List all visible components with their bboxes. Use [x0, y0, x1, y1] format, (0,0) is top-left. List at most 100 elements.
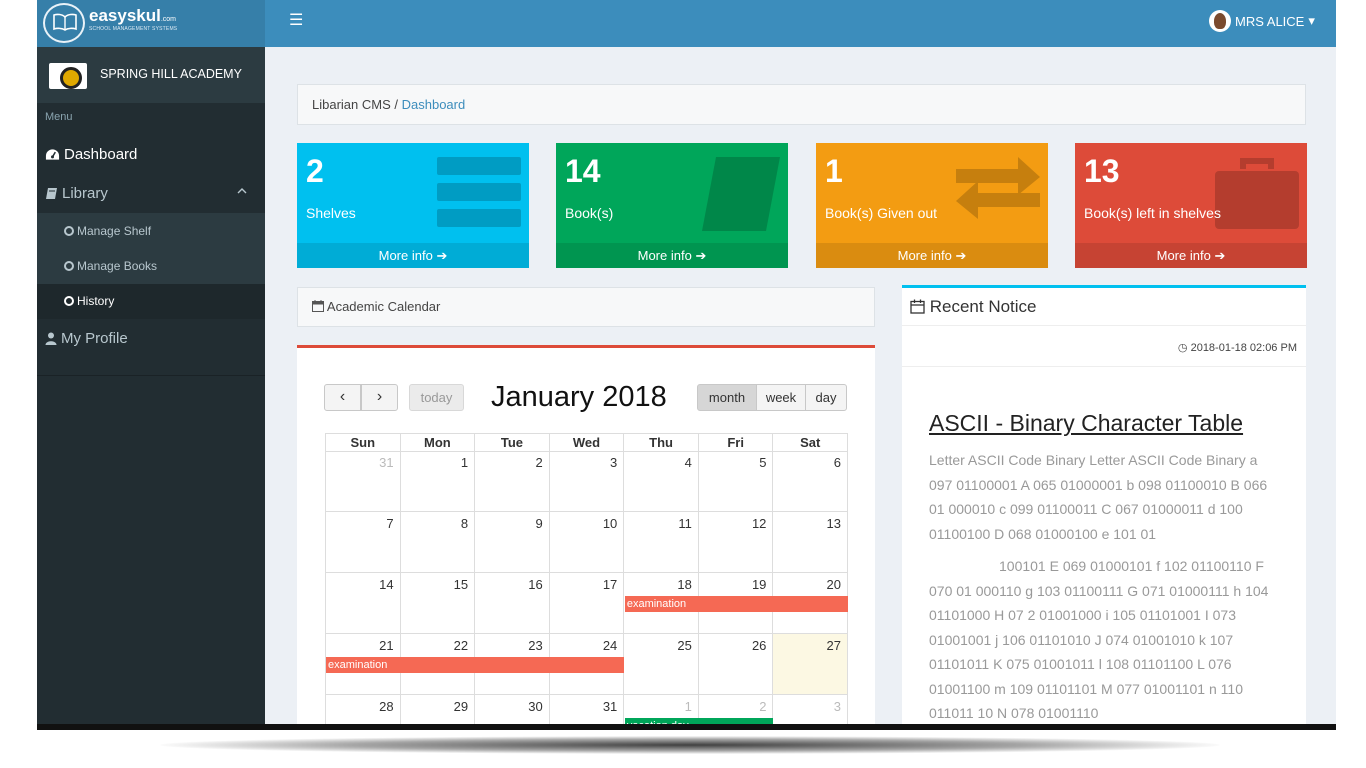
sidebar-item-history[interactable]: History: [64, 294, 114, 308]
day-name-header: Fri: [698, 434, 774, 452]
calendar-day[interactable]: 16: [475, 573, 550, 634]
chevron-left-icon: ‹: [339, 388, 346, 405]
sidebar-item-manage-shelf[interactable]: Manage Shelf: [64, 224, 151, 238]
calendar-day[interactable]: 8: [400, 512, 476, 573]
calendar-day[interactable]: 26: [698, 634, 774, 695]
drop-shadow: [160, 736, 1220, 754]
chevron-up-icon[interactable]: [237, 186, 247, 197]
calendar-event[interactable]: examination: [326, 657, 624, 673]
calendar-day[interactable]: 1: [400, 451, 476, 512]
book-icon: [46, 188, 57, 199]
divider: [37, 375, 265, 376]
calendar-day[interactable]: 14: [326, 573, 401, 634]
calendar-day[interactable]: 3: [773, 695, 848, 724]
sidebar: SPRING HILL ACADEMY Menu Dashboard Libra…: [37, 47, 265, 724]
calendar-day[interactable]: 12: [698, 512, 774, 573]
sidebar-item-my-profile[interactable]: My Profile: [45, 330, 128, 347]
sidebar-item-dashboard[interactable]: Dashboard: [45, 146, 137, 163]
calendar-day[interactable]: 4: [624, 451, 699, 512]
book-icon: [702, 157, 780, 231]
breadcrumb-root[interactable]: Libarian CMS: [312, 97, 391, 112]
day-name-header: Mon: [400, 434, 476, 452]
stat-value: 14: [565, 153, 601, 189]
app-window: easyskul.com SCHOOL MANAGEMENT SYSTEMS ☰…: [37, 0, 1336, 724]
logo[interactable]: easyskul.com SCHOOL MANAGEMENT SYSTEMS: [37, 0, 265, 47]
calendar-title: January 2018: [491, 381, 667, 413]
breadcrumb-current[interactable]: Dashboard: [402, 97, 466, 112]
calendar-weeks: 31 1 2 3 4 5 6 7 8 9 10 11 12 13 14 15 16 17 18 19 20 examina…: [325, 451, 848, 724]
calendar-day[interactable]: 29: [401, 695, 476, 724]
calendar-week-row: 21 22 23 24 25 26 27 examination: [326, 634, 848, 695]
calendar-day[interactable]: 31: [326, 451, 401, 512]
calendar-day[interactable]: 3: [549, 451, 625, 512]
user-name: MRS ALICE: [1235, 13, 1305, 29]
stat-box-left-in-shelves: 13 Book(s) left in shelves More info ➔: [1075, 143, 1307, 268]
today-button[interactable]: today: [409, 384, 464, 411]
briefcase-icon: [1215, 158, 1299, 229]
calendar-day[interactable]: 10: [549, 512, 625, 573]
calendar-event[interactable]: examination: [624, 596, 848, 612]
logo-emblem: [43, 3, 85, 43]
sidebar-item-label: Manage Books: [77, 259, 158, 273]
calendar-day[interactable]: 9: [475, 512, 550, 573]
notice-header-title: Recent Notice: [929, 297, 1037, 316]
view-week-button[interactable]: week: [756, 384, 806, 411]
notice-body: 100101 E 069 01000101 f 102 01100110 F 0…: [929, 558, 1269, 721]
calendar-day[interactable]: 7: [326, 512, 401, 573]
notice-body: Letter ASCII Code Binary Letter ASCII Co…: [929, 452, 1268, 542]
sidebar-toggle-icon[interactable]: ☰: [289, 10, 303, 30]
calendar-day[interactable]: 6: [773, 451, 848, 512]
circle-icon: [64, 226, 74, 236]
stat-value: 1: [825, 153, 843, 189]
stat-box-books: 14 Book(s) More info ➔: [556, 143, 788, 268]
stat-label: Book(s) Given out: [825, 205, 938, 221]
stat-box-given-out: 1 Book(s) Given out More info ➔: [816, 143, 1048, 268]
menu-header: Menu: [45, 111, 73, 123]
calendar-day[interactable]: 30: [475, 695, 550, 724]
app-name: easyskul.com: [89, 6, 177, 25]
calendar-day[interactable]: 15: [400, 573, 476, 634]
prev-month-button[interactable]: ‹: [324, 384, 361, 411]
calendar-day[interactable]: 2: [475, 451, 550, 512]
day-of-week-header: Sun Mon Tue Wed Thu Fri Sat: [325, 433, 848, 452]
calendar-day[interactable]: 28: [326, 695, 401, 724]
recent-notice-panel: Recent Notice ◷ 2018-01-18 02:06 PM ASCI…: [902, 285, 1306, 724]
open-book-icon: [53, 13, 77, 31]
exchange-icon: [956, 157, 1040, 219]
school-name: SPRING HILL ACADEMY: [100, 67, 242, 81]
sidebar-item-label: History: [77, 294, 115, 308]
view-month-button[interactable]: month: [697, 384, 757, 411]
more-info-link[interactable]: More info ➔: [556, 243, 788, 268]
day-name-header: Wed: [549, 434, 625, 452]
calendar-header: Academic Calendar: [297, 287, 875, 327]
calendar-day[interactable]: 25: [624, 634, 699, 695]
next-month-button[interactable]: ›: [361, 384, 398, 411]
stat-label: Book(s) left in shelves: [1084, 205, 1221, 221]
user-menu[interactable]: MRS ALICE ▾: [1209, 10, 1315, 32]
arrow-circle-right-icon: ➔: [695, 248, 707, 263]
calendar-day[interactable]: 11: [624, 512, 699, 573]
calendar-day[interactable]: 5: [698, 451, 774, 512]
chevron-right-icon: ›: [376, 388, 383, 405]
notice-title-link[interactable]: ASCII - Binary Character Table: [929, 410, 1243, 437]
arrow-circle-right-icon: ➔: [436, 248, 448, 263]
sidebar-item-manage-books[interactable]: Manage Books: [64, 259, 157, 273]
sidebar-item-label: Library: [62, 185, 108, 202]
more-info-link[interactable]: More info ➔: [297, 243, 529, 268]
sidebar-item-library[interactable]: Library: [45, 185, 108, 202]
calendar-day[interactable]: 31: [550, 695, 625, 724]
view-day-button[interactable]: day: [805, 384, 847, 411]
day-name-header: Thu: [624, 434, 699, 452]
notice-timestamp: ◷ 2018-01-18 02:06 PM: [1177, 342, 1297, 354]
more-info-link[interactable]: More info ➔: [816, 243, 1048, 268]
calendar-day-today[interactable]: 27: [773, 634, 848, 695]
breadcrumb-separator: /: [390, 97, 402, 112]
school-logo: [49, 63, 87, 89]
arrow-circle-right-icon: ➔: [1214, 248, 1226, 263]
sidebar-item-label: Dashboard: [64, 146, 138, 163]
more-info-link[interactable]: More info ➔: [1075, 243, 1307, 268]
stat-value: 2: [306, 153, 324, 189]
calendar-day[interactable]: 17: [549, 573, 625, 634]
stat-value: 13: [1084, 153, 1120, 189]
calendar-day[interactable]: 13: [773, 512, 848, 573]
